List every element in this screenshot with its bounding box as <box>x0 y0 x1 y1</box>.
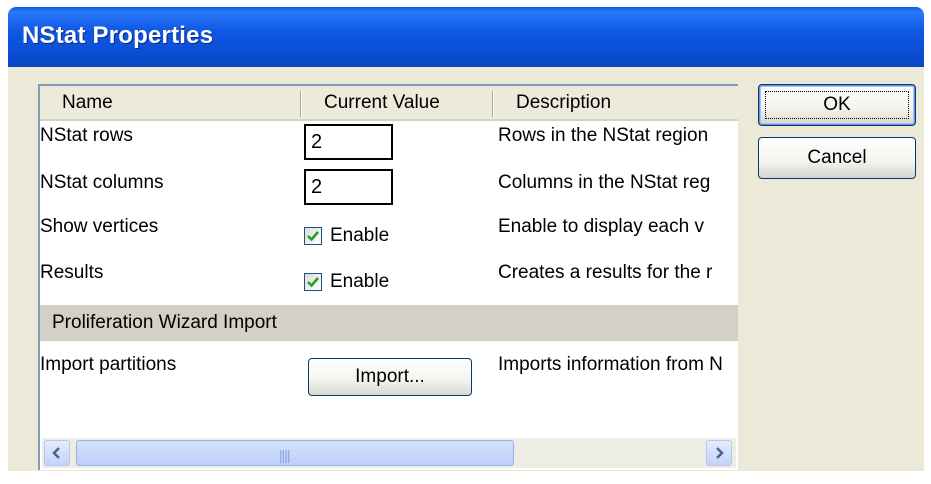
property-description: Enable to display each v <box>498 216 704 237</box>
property-grid: Name Current Value Description NStat row… <box>38 84 738 470</box>
scroll-right-button[interactable] <box>706 440 732 466</box>
property-name: Show vertices <box>40 216 159 237</box>
focus-ring <box>765 91 909 119</box>
cancel-button[interactable]: Cancel <box>758 137 916 179</box>
column-divider[interactable] <box>492 91 494 117</box>
property-description: Imports information from N <box>498 354 723 375</box>
window-title: NStat Properties <box>22 22 214 49</box>
import-button[interactable]: Import... <box>308 358 472 396</box>
property-name: NStat rows <box>40 125 133 146</box>
nstat-rows-input[interactable]: 2 <box>304 124 393 160</box>
scroll-left-button[interactable] <box>44 440 70 466</box>
show-vertices-checkbox[interactable] <box>304 227 322 245</box>
section-header: Proliferation Wizard Import <box>40 305 738 341</box>
results-checkbox[interactable] <box>304 273 322 291</box>
checkmark-icon <box>307 231 319 242</box>
chevron-left-icon <box>52 447 60 459</box>
grid-header: Name Current Value Description <box>40 86 738 121</box>
property-description: Columns in the NStat reg <box>498 172 711 193</box>
property-name: Results <box>40 262 104 283</box>
column-header-current-value[interactable]: Current Value <box>324 92 440 114</box>
cancel-button-label: Cancel <box>807 147 867 168</box>
column-header-description[interactable]: Description <box>516 92 611 114</box>
ok-button[interactable]: OK <box>758 84 916 126</box>
section-title: Proliferation Wizard Import <box>52 312 277 333</box>
property-description: Creates a results for the r <box>498 262 713 283</box>
property-name: Import partitions <box>40 354 177 375</box>
column-divider[interactable] <box>300 91 302 117</box>
chevron-right-icon <box>716 447 724 459</box>
checkbox-label[interactable]: Enable <box>330 271 389 293</box>
title-bar[interactable]: NStat Properties <box>8 7 924 67</box>
scroll-thumb[interactable]: |||| <box>76 440 514 466</box>
property-description: Rows in the NStat region <box>498 125 709 146</box>
column-header-name[interactable]: Name <box>62 92 113 114</box>
nstat-columns-input[interactable]: 2 <box>304 169 393 205</box>
horizontal-scrollbar[interactable]: |||| <box>42 438 736 468</box>
grip-icon: |||| <box>279 447 291 463</box>
property-name: NStat columns <box>40 172 164 193</box>
checkbox-label[interactable]: Enable <box>330 225 389 247</box>
checkmark-icon <box>307 277 319 288</box>
